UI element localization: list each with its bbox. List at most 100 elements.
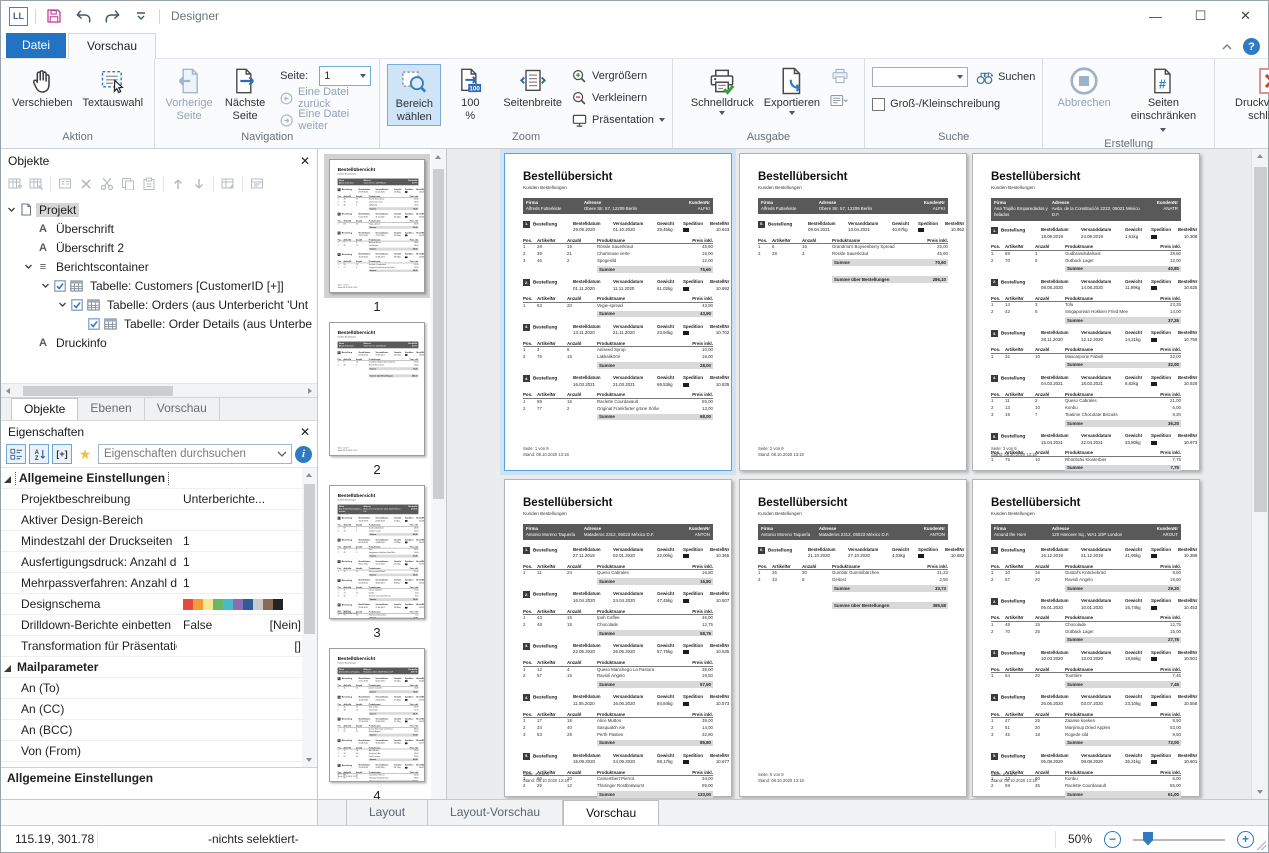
delete-button[interactable] bbox=[79, 177, 93, 190]
tab-datei[interactable]: Datei bbox=[6, 33, 66, 58]
bereich-waehlen-button[interactable]: Bereich wählen bbox=[387, 64, 441, 126]
cut-button[interactable] bbox=[100, 177, 114, 190]
objekte-horizontal-scrollbar[interactable] bbox=[1, 383, 317, 397]
seiten-einschraenken-button[interactable]: # Seiten einschränken bbox=[1125, 64, 1202, 137]
collapse-ribbon-icon[interactable] bbox=[1221, 43, 1233, 51]
property-category-allgemeine-einstellungen[interactable]: Allgemeine Einstellungen bbox=[1, 468, 317, 489]
property-value[interactable]: False[Nein] bbox=[177, 618, 301, 632]
tree-item-tabelle-orders-aus-unterbericht-unt[interactable]: Tabelle: Orders (aus Unterbericht 'Unt bbox=[1, 295, 317, 314]
copy-button[interactable] bbox=[121, 177, 135, 190]
tree-item-tabelle-order-details-aus-unterbe[interactable]: Tabelle: Order Details (aus Unterbe bbox=[1, 314, 317, 333]
info-button[interactable]: i bbox=[295, 446, 312, 463]
tab-layout[interactable]: Layout bbox=[346, 800, 428, 825]
undo-button[interactable] bbox=[72, 5, 94, 27]
categorized-view-button[interactable] bbox=[6, 444, 26, 464]
preview-page-2[interactable]: BestellübersichtKunden BestellungenFirma… bbox=[739, 153, 967, 471]
paste-button[interactable] bbox=[142, 177, 156, 190]
redo-button[interactable] bbox=[101, 5, 123, 27]
category-expander-icon[interactable] bbox=[4, 476, 11, 483]
page-thumbnail-4[interactable]: BestellübersichtKunden BestellungenFirma… bbox=[325, 643, 429, 799]
vorherige-seite-button[interactable]: Vorherige Seite bbox=[162, 64, 216, 124]
preview-page-1[interactable]: BestellübersichtKunden BestellungenFirma… bbox=[504, 153, 732, 471]
move-up-button[interactable] bbox=[171, 177, 185, 190]
zoom-in-button[interactable]: + bbox=[1237, 831, 1254, 848]
table-edit-button[interactable] bbox=[221, 177, 235, 190]
preview-page-6[interactable]: BestellübersichtKunden BestellungenFirma… bbox=[972, 479, 1200, 797]
thumbnail-scrollbar[interactable] bbox=[431, 149, 446, 799]
close-eigenschaften-panel-button[interactable]: ✕ bbox=[300, 425, 310, 439]
sort-az-button[interactable]: AZ bbox=[29, 444, 49, 464]
tree-item-druckinfo[interactable]: ADruckinfo bbox=[1, 333, 317, 352]
insert-table-button[interactable] bbox=[8, 177, 22, 190]
naechste-seite-button[interactable]: Nächste Seite bbox=[218, 64, 272, 124]
help-button[interactable]: ? bbox=[1243, 38, 1260, 55]
move-down-button[interactable] bbox=[192, 177, 206, 190]
zoom-out-button[interactable]: − bbox=[1104, 831, 1121, 848]
save-button[interactable] bbox=[43, 5, 65, 27]
report-page-1[interactable]: BestellübersichtKunden BestellungenFirma… bbox=[504, 153, 732, 471]
preview-scrollbar[interactable] bbox=[1251, 149, 1268, 799]
category-expander-icon[interactable] bbox=[4, 665, 11, 672]
seitenbreite-button[interactable]: Seitenbreite bbox=[499, 64, 566, 111]
property-row-an-bcc[interactable]: An (BCC) bbox=[1, 720, 317, 741]
tab-vorschau[interactable]: Vorschau bbox=[68, 33, 156, 59]
property-row-ausfertigungsdruck-anzahl-der[interactable]: Ausfertigungsdruck: Anzahl der ...1 bbox=[1, 552, 317, 573]
schnelldruck-button[interactable]: Schnelldruck bbox=[687, 64, 758, 116]
report-page-3[interactable]: BestellübersichtKunden BestellungenFirma… bbox=[330, 486, 425, 619]
praesentation-button[interactable]: Präsentation bbox=[572, 111, 665, 129]
zoom-slider[interactable] bbox=[1133, 832, 1225, 847]
report-page-1[interactable]: BestellübersichtKunden BestellungenFirma… bbox=[330, 160, 425, 293]
tree-item-tabelle-customers-customerid[interactable]: Tabelle: Customers [CustomerID [+]] bbox=[1, 276, 317, 295]
property-row-transformation-f-r-pr-sentations[interactable]: Transformation für Präsentations...[] bbox=[1, 636, 317, 657]
eigenschaften-search-combobox[interactable]: Eigenschaften durchsuchen bbox=[98, 444, 292, 464]
preview-page-5[interactable]: BestellübersichtKunden BestellungenFirma… bbox=[739, 479, 967, 797]
minimize-button[interactable]: — bbox=[1133, 1, 1178, 31]
tab-vorschau-panel[interactable]: Vorschau bbox=[145, 398, 220, 420]
property-row-drilldown-berichte-einbetten[interactable]: Drilldown-Berichte einbettenFalse[Nein] bbox=[1, 615, 317, 636]
insert-table-alt-button[interactable] bbox=[29, 177, 43, 190]
property-value[interactable] bbox=[177, 599, 301, 610]
preview-page-3[interactable]: BestellübersichtKunden BestellungenFirma… bbox=[972, 153, 1200, 471]
eine-datei-zurueck-button[interactable]: Eine Datei zurück bbox=[280, 89, 372, 107]
preview-page-4[interactable]: BestellübersichtKunden BestellungenFirma… bbox=[504, 479, 732, 797]
zoom-slider-handle[interactable] bbox=[1143, 832, 1153, 846]
tree-item-berschrift[interactable]: AÜberschrift bbox=[1, 219, 317, 238]
report-page-4[interactable]: BestellübersichtKunden BestellungenFirma… bbox=[330, 649, 425, 782]
suche-combobox[interactable] bbox=[872, 67, 968, 87]
property-row-von-replyto[interactable]: Von (ReplyTo) bbox=[1, 762, 317, 767]
verkleinern-button[interactable]: Verkleinern bbox=[572, 89, 665, 107]
property-row-designschema[interactable]: Designschema bbox=[1, 594, 317, 615]
druckvorschau-schliessen-button[interactable]: Druckvorschau schließen bbox=[1231, 64, 1269, 124]
page-thumbnail-3[interactable]: BestellübersichtKunden BestellungenFirma… bbox=[325, 480, 429, 640]
card-list-button[interactable] bbox=[250, 177, 264, 190]
property-row-an-to[interactable]: An (To) bbox=[1, 678, 317, 699]
eine-datei-weiter-button[interactable]: Eine Datei weiter bbox=[280, 111, 372, 129]
properties-button[interactable] bbox=[58, 177, 72, 190]
property-value[interactable]: 1 bbox=[177, 534, 301, 548]
tree-item-projekt[interactable]: Projekt bbox=[1, 200, 317, 219]
seite-combobox[interactable]: 1 bbox=[319, 66, 371, 86]
quick-access-customize-button[interactable] bbox=[130, 5, 152, 27]
maximize-button[interactable]: ☐ bbox=[1178, 1, 1223, 31]
zoom-100-button[interactable]: 100 100 % bbox=[443, 64, 497, 124]
druckoptionen-button[interactable] bbox=[830, 94, 850, 108]
page-thumbnail-2[interactable]: BestellübersichtKunden BestellungenFirma… bbox=[325, 317, 429, 477]
property-value[interactable]: Unterberichte... bbox=[177, 492, 301, 506]
report-page-2[interactable]: BestellübersichtKunden BestellungenFirma… bbox=[330, 323, 425, 456]
expand-brackets-button[interactable]: [+] bbox=[52, 444, 72, 464]
report-page-2[interactable]: BestellübersichtKunden BestellungenFirma… bbox=[739, 153, 967, 471]
close-objekte-panel-button[interactable]: ✕ bbox=[300, 154, 310, 168]
verschieben-button[interactable]: Verschieben bbox=[8, 64, 77, 111]
suchen-button[interactable]: Suchen bbox=[976, 68, 1035, 86]
report-page-5[interactable]: BestellübersichtKunden BestellungenFirma… bbox=[739, 479, 967, 797]
property-value[interactable]: 1 bbox=[177, 555, 301, 569]
drucken-button[interactable] bbox=[830, 67, 850, 85]
favorites-button[interactable]: ★ bbox=[75, 444, 95, 464]
tree-item-berichtscontainer[interactable]: ≡Berichtscontainer bbox=[1, 257, 317, 276]
page-thumbnail-1[interactable]: BestellübersichtKunden BestellungenFirma… bbox=[325, 154, 429, 314]
property-row-von-from[interactable]: Von (From) bbox=[1, 741, 317, 762]
property-category-mailparameter[interactable]: Mailparameter bbox=[1, 657, 317, 678]
tab-layout-vorschau[interactable]: Layout-Vorschau bbox=[428, 800, 563, 825]
property-grid-scrollbar[interactable] bbox=[302, 468, 317, 767]
property-row-an-cc[interactable]: An (CC) bbox=[1, 699, 317, 720]
